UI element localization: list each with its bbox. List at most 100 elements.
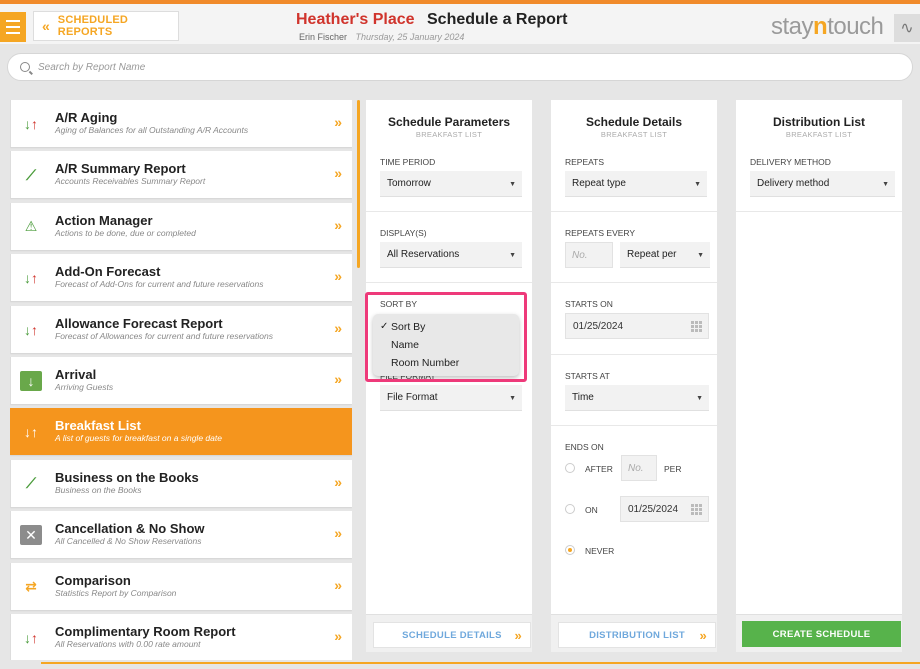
search-bar — [7, 53, 913, 81]
back-to-scheduled-reports-button[interactable]: « SCHEDULED REPORTS — [33, 11, 179, 41]
report-item-ar-aging[interactable]: ↓ ↑ A/R Aging Aging of Balances for all O… — [10, 100, 352, 147]
displays-select[interactable]: All Reservations ▼ — [380, 242, 522, 268]
delivery-method-select[interactable]: Delivery method ▼ — [750, 171, 895, 197]
report-desc: Accounts Receivables Summary Report — [55, 176, 206, 187]
ends-on-date-input[interactable]: 01/25/2024 — [620, 496, 709, 522]
on-label: ON — [585, 505, 598, 515]
business-date: Thursday, 25 January 2024 — [355, 32, 465, 42]
chevron-right-icon: » — [334, 114, 342, 130]
arrows-icon: ↓↑ — [24, 321, 38, 338]
details-footer: DISTRIBUTION LIST » — [551, 614, 717, 652]
report-title: Comparison — [55, 572, 131, 588]
ends-on-label: ENDS ON — [565, 442, 604, 452]
header: « SCHEDULED REPORTS Heather's Place Sche… — [0, 4, 920, 44]
delivery-method-label: DELIVERY METHOD — [750, 157, 831, 167]
never-label: NEVER — [585, 546, 615, 556]
report-title: Arrival — [55, 366, 97, 382]
chevron-right-icon: » — [334, 216, 342, 233]
schedule-details-panel: Schedule Details BREAKFAST LIST REPEATS … — [551, 100, 717, 652]
report-item-business-on-the-books[interactable]: ⟋ Business on the Books Business on the … — [10, 459, 352, 507]
report-title: Business on the Books — [55, 469, 199, 485]
report-item-allowance-forecast[interactable]: ↓ ↑ Allowance Forecast Report Forecast of… — [10, 305, 352, 353]
caret-down-icon: ▼ — [696, 395, 703, 402]
report-desc: All Cancelled & No Show Reservations — [55, 536, 202, 547]
page-title-group: Heather's Place Schedule a Report — [296, 11, 567, 29]
repeats-per-select[interactable]: Repeat per ▼ — [620, 242, 710, 268]
arrows-icon: ↓↑ — [24, 270, 38, 287]
calendar-icon — [691, 504, 703, 515]
time-period-label: TIME PERIOD — [380, 157, 436, 167]
file-format-select[interactable]: File Format ▼ — [380, 385, 522, 411]
arrows-icon: ↓↑ — [24, 116, 38, 132]
double-chevron-right-icon: » — [699, 627, 707, 643]
params-footer: SCHEDULE DETAILS » — [366, 614, 532, 652]
trend-icon: ⟋ — [26, 475, 36, 492]
report-item-action-manager[interactable]: ⚠ Action Manager Actions to be done, due… — [10, 202, 352, 250]
report-desc: Actions to be done, due or completed — [55, 227, 196, 238]
starts-on-date-input[interactable]: 01/25/2024 — [565, 313, 709, 339]
caret-down-icon: ▼ — [882, 181, 889, 188]
user-date-line: Erin Fischer Thursday, 25 January 2024 — [299, 32, 464, 42]
ends-after-number-input[interactable]: No. — [621, 455, 657, 481]
report-list: ↓ ↑ A/R Aging Aging of Balances for all O… — [10, 100, 352, 660]
hamburger-icon — [6, 20, 20, 22]
after-label: AFTER — [585, 464, 613, 474]
report-title: Cancellation & No Show — [55, 521, 205, 537]
panel-title: Distribution List — [773, 115, 865, 129]
report-item-ar-summary[interactable]: ⟋ A/R Summary Report Accounts Receivable… — [10, 151, 352, 199]
chevron-right-icon: » — [334, 576, 342, 593]
starts-at-select[interactable]: Time ▼ — [565, 385, 709, 411]
report-item-breakfast-list[interactable]: ↓↑ Breakfast List A list of guests for b… — [10, 408, 352, 456]
report-desc: Statistics Report by Comparison — [55, 587, 177, 598]
report-title: A/R Summary Report — [55, 161, 186, 177]
calendar-icon — [691, 321, 703, 332]
report-item-complimentary-room[interactable]: ↓ ↑ Complimentary Room Report All Reserva… — [10, 613, 352, 660]
report-item-cancellation-no-show[interactable]: ✕ Cancellation & No Show All Cancelled &… — [10, 511, 352, 559]
report-desc: All Reservations with 0.00 rate amount — [55, 638, 201, 649]
ends-after-radio[interactable] — [565, 463, 575, 473]
search-input[interactable] — [38, 61, 838, 73]
back-button-label: SCHEDULED REPORTS — [57, 14, 129, 38]
ends-on-radio[interactable] — [565, 504, 575, 514]
chevron-right-icon: » — [334, 525, 342, 542]
time-period-select[interactable]: Tomorrow ▼ — [380, 171, 522, 197]
report-item-comparison[interactable]: ⇄ Comparison Statistics Report by Compar… — [10, 562, 352, 610]
report-list-scrollbar[interactable] — [357, 100, 360, 268]
caret-down-icon: ▼ — [694, 181, 701, 188]
double-chevron-right-icon: » — [514, 627, 522, 643]
report-title: Action Manager — [55, 212, 153, 228]
menu-button[interactable] — [0, 12, 26, 42]
chevron-right-icon: » — [334, 268, 342, 285]
signal-icon[interactable]: ∿ — [894, 14, 920, 42]
sort-by-highlight-box — [365, 292, 527, 382]
report-desc: Arriving Guests — [55, 381, 114, 392]
chevron-right-icon: » — [334, 319, 342, 336]
chevron-right-icon: » — [334, 370, 342, 387]
cancel-icon: ✕ — [20, 525, 42, 546]
bottom-accent-line — [41, 662, 920, 664]
arrows-icon: ↓↑ — [24, 424, 38, 441]
repeats-select[interactable]: Repeat type ▼ — [565, 171, 707, 197]
create-schedule-button[interactable]: CREATE SCHEDULE — [742, 621, 901, 647]
report-desc: Forecast of Allowances for current and f… — [55, 330, 273, 341]
ends-never-radio[interactable] — [565, 545, 575, 555]
report-item-arrival[interactable]: ↓ Arrival Arriving Guests » — [10, 356, 352, 404]
schedule-details-button[interactable]: SCHEDULE DETAILS » — [373, 622, 531, 648]
report-title: Complimentary Room Report — [55, 623, 236, 639]
swap-icon: ⇄ — [25, 578, 37, 595]
report-item-add-on-forecast[interactable]: ↓ ↑ Add-On Forecast Forecast of Add-Ons f… — [10, 254, 352, 302]
trend-icon: ⟋ — [26, 166, 36, 183]
hotel-name: Heather's Place — [296, 11, 415, 28]
repeats-label: REPEATS — [565, 157, 605, 167]
panel-subtitle: BREAKFAST LIST — [600, 130, 668, 139]
search-icon — [20, 62, 30, 72]
caret-down-icon: ▼ — [509, 181, 516, 188]
panel-subtitle: BREAKFAST LIST — [415, 130, 483, 139]
repeats-every-label: REPEATS EVERY — [565, 228, 636, 238]
report-desc: Aging of Balances for all Outstanding A/… — [55, 125, 249, 135]
chevron-right-icon: » — [334, 473, 342, 490]
distribution-list-button[interactable]: DISTRIBUTION LIST » — [558, 622, 716, 648]
repeats-every-number-input[interactable]: No. — [565, 242, 613, 268]
double-chevron-left-icon: « — [42, 18, 50, 34]
stayntouch-logo: stayntouch — [771, 13, 884, 40]
